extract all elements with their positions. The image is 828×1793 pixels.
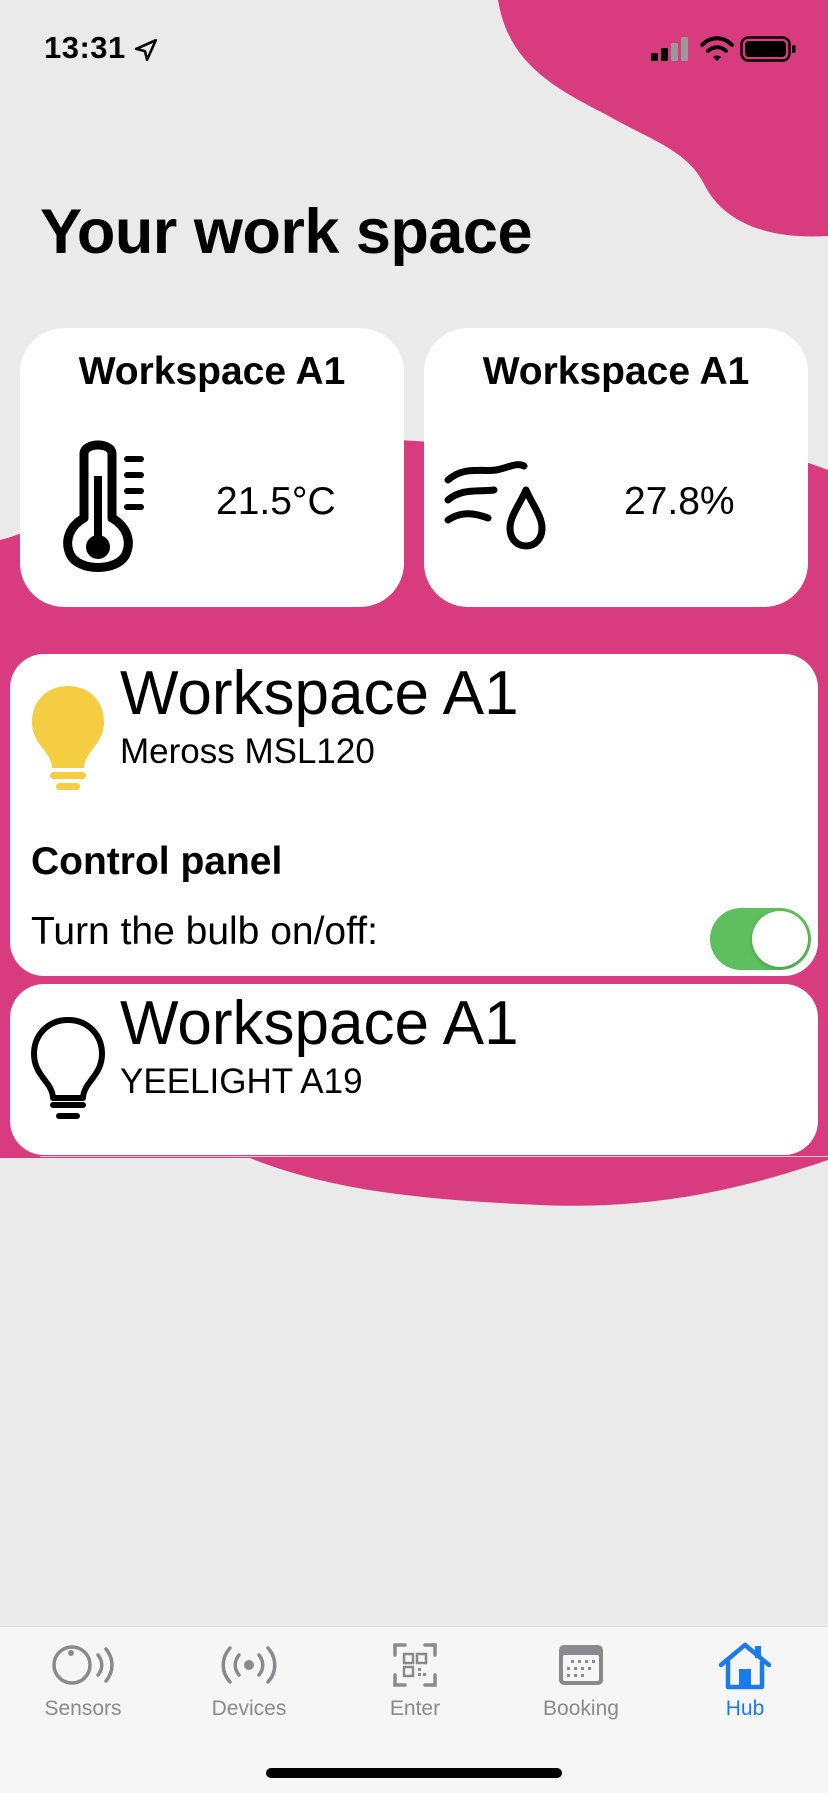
tab-enter[interactable]: Enter [332, 1627, 498, 1747]
tab-label: Sensors [44, 1697, 122, 1720]
location-arrow-icon [134, 38, 158, 62]
status-bar: 13:31 [0, 0, 828, 100]
device-name: Workspace A1 [120, 659, 519, 728]
device-model: Meross MSL120 [120, 732, 375, 771]
device-model: YEELIGHT A19 [120, 1062, 363, 1101]
battery-icon [740, 36, 796, 62]
humidity-icon [444, 461, 546, 550]
tab-booking[interactable]: Booking [498, 1627, 664, 1747]
device-name: Workspace A1 [120, 989, 519, 1058]
sensor-title: Workspace A1 [78, 350, 346, 393]
calendar-icon [559, 1645, 603, 1685]
thermometer-icon [63, 440, 144, 572]
humidity-value: 27.8% [624, 480, 735, 523]
tab-devices[interactable]: Devices [166, 1627, 332, 1747]
toggle-label: Turn the bulb on/off: [31, 910, 378, 953]
toggle-knob [752, 911, 808, 967]
device-card[interactable]: Workspace A1 Meross MSL120 Control panel… [10, 654, 818, 976]
broadcast-icon [221, 1646, 277, 1684]
sensor-title: Workspace A1 [482, 350, 750, 393]
tab-label: Hub [725, 1697, 765, 1720]
bulb-power-toggle[interactable] [710, 908, 811, 970]
home-indicator[interactable] [266, 1768, 562, 1778]
tab-label: Devices [211, 1697, 287, 1720]
device-card[interactable]: Workspace A1 YEELIGHT A19 [10, 984, 818, 1155]
sensor-icon [52, 1645, 114, 1685]
control-panel-title: Control panel [31, 840, 283, 883]
home-icon [718, 1642, 772, 1690]
bulb-off-icon [31, 1017, 105, 1119]
status-time: 13:31 [44, 30, 126, 65]
wifi-icon [700, 36, 734, 61]
tab-label: Booking [543, 1697, 619, 1720]
qr-code-icon [393, 1643, 437, 1687]
temperature-value: 21.5°C [216, 480, 336, 523]
humidity-sensor-card[interactable]: Workspace A1 27.8% [424, 328, 808, 607]
tab-hub[interactable]: Hub [662, 1627, 828, 1747]
tab-sensors[interactable]: Sensors [0, 1627, 166, 1747]
cellular-signal-icon [651, 37, 688, 61]
temperature-sensor-card[interactable]: Workspace A1 21.5°C [20, 328, 404, 607]
divider [40, 1156, 828, 1157]
page-title: Your work space [40, 197, 533, 267]
bulb-on-icon [32, 686, 104, 790]
tab-label: Enter [389, 1697, 441, 1720]
